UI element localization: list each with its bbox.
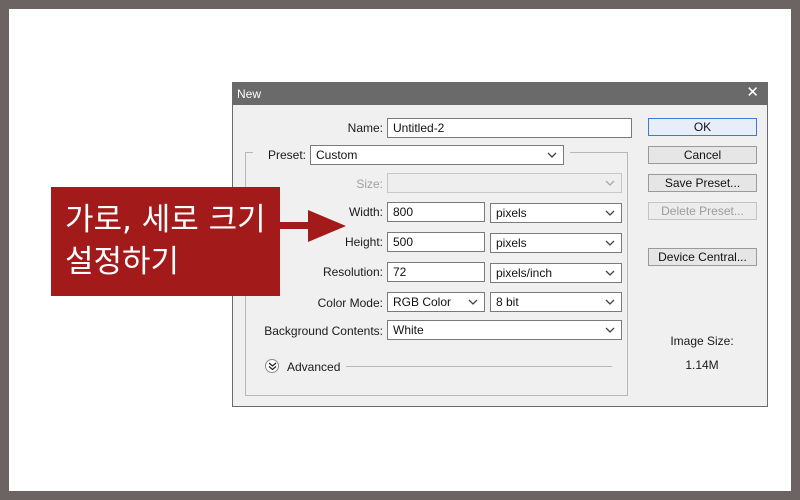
size-select — [387, 173, 622, 193]
color-mode-label: Color Mode: — [317, 296, 383, 310]
device-central-button[interactable]: Device Central... — [648, 248, 757, 266]
close-icon[interactable]: ✕ — [746, 85, 759, 101]
advanced-label[interactable]: Advanced — [287, 360, 340, 374]
resolution-unit-value: pixels/inch — [496, 266, 553, 280]
background-contents-value: White — [393, 323, 424, 337]
annotation-line-2: 설정하기 — [65, 244, 180, 280]
preset-label: Preset: — [267, 148, 306, 162]
color-mode-value: RGB Color — [393, 295, 452, 309]
chevron-down-icon — [605, 176, 615, 190]
annotation-arrow-icon — [278, 210, 346, 242]
bit-depth-select[interactable]: 8 bit — [490, 292, 622, 312]
delete-preset-button: Delete Preset... — [648, 202, 757, 220]
background-contents-label: Background Contents: — [264, 324, 383, 338]
preset-group-border-right — [627, 152, 628, 396]
chevron-down-icon — [605, 206, 615, 220]
preset-group-border-top-right — [570, 152, 628, 153]
advanced-expand-icon[interactable] — [265, 359, 279, 373]
width-unit-value: pixels — [496, 206, 527, 220]
height-input[interactable]: 500 — [387, 232, 485, 252]
preset-group-border-top-left — [245, 152, 253, 153]
preset-value: Custom — [316, 148, 358, 162]
chevron-down-icon — [468, 295, 478, 309]
preset-group-border-bottom — [245, 395, 628, 396]
height-unit-select[interactable]: pixels — [490, 233, 622, 253]
ok-button[interactable]: OK — [648, 118, 757, 136]
save-preset-button[interactable]: Save Preset... — [648, 174, 757, 192]
image-size-label: Image Size: — [670, 334, 734, 348]
annotation-line-1: 가로, 세로 크기 — [65, 202, 266, 238]
resolution-unit-select[interactable]: pixels/inch — [490, 263, 622, 283]
chevron-down-icon — [605, 266, 615, 280]
preset-select[interactable]: Custom — [310, 145, 564, 165]
name-label: Name: — [347, 121, 383, 135]
resolution-label: Resolution: — [322, 265, 383, 279]
color-mode-select[interactable]: RGB Color — [387, 292, 485, 312]
name-input[interactable]: Untitled-2 — [387, 118, 632, 138]
background-contents-select[interactable]: White — [387, 320, 622, 340]
chevron-down-icon — [605, 323, 615, 337]
width-input[interactable]: 800 — [387, 202, 485, 222]
image-size-value: 1.14M — [685, 358, 719, 372]
bit-depth-value: 8 bit — [496, 295, 519, 309]
dialog-titlebar[interactable]: New ✕ — [233, 83, 767, 105]
cancel-button[interactable]: Cancel — [648, 146, 757, 164]
chevron-down-icon — [547, 148, 557, 162]
resolution-input[interactable]: 72 — [387, 262, 485, 282]
height-unit-value: pixels — [496, 236, 527, 250]
chevron-down-icon — [605, 295, 615, 309]
chevron-down-icon — [605, 236, 615, 250]
advanced-divider — [346, 366, 612, 367]
size-label: Size: — [356, 177, 383, 191]
dialog-title: New — [237, 87, 262, 101]
annotation-callout: 가로, 세로 크기 설정하기 — [51, 187, 280, 296]
width-unit-select[interactable]: pixels — [490, 203, 622, 223]
